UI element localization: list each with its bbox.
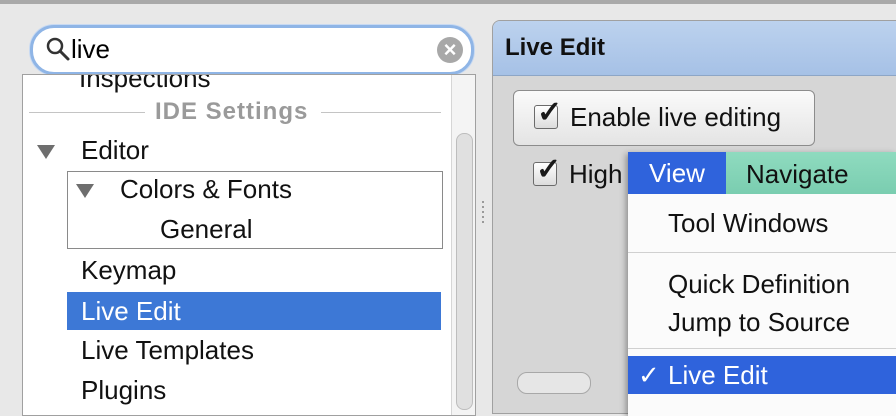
checkmark-icon: ✓ [638,360,660,390]
tree-item-general[interactable]: General [160,212,253,246]
expand-triangle-icon[interactable] [76,184,94,198]
settings-tree[interactable]: Inspections IDE Settings Editor Colors &… [22,74,476,416]
menu-bar: View Navigate [628,152,896,194]
tree-item-editor[interactable]: Editor [81,133,149,167]
tree-group-colors-fonts: Colors & Fonts General [67,171,443,249]
highlight-checkbox[interactable]: ✓ [533,155,561,186]
checkmark-icon: ✓ [536,153,562,186]
checkmark-icon: ✓ [537,96,563,129]
search-icon [46,37,70,61]
tree-scrollbar[interactable] [451,75,475,415]
enable-live-editing-checkbox[interactable]: ✓ [534,98,562,129]
menu-separator [628,348,896,349]
tree-item-live-templates[interactable]: Live Templates [81,333,254,367]
clear-search-icon[interactable]: × [437,37,463,63]
enable-live-editing-option[interactable]: ✓ Enable live editing [513,90,815,146]
menu-item-quick-definition[interactable]: Quick Definition [668,267,850,301]
tree-item-live-edit[interactable]: Live Edit [81,294,181,328]
menu-separator [628,252,896,253]
tree-item-keymap[interactable]: Keymap [81,253,176,287]
tree-item-colors-fonts[interactable]: Colors & Fonts [120,172,292,206]
tree-item-plugins[interactable]: Plugins [81,373,166,407]
splitter-grip-icon[interactable] [480,198,486,232]
menu-item-live-edit[interactable]: ✓ Live Edit [628,356,896,394]
menu-view[interactable]: View [628,152,726,194]
section-divider [29,112,145,113]
horizontal-scrollbar-thumb[interactable] [517,372,591,394]
tree-item-live-edit-selected[interactable]: Live Edit [67,292,441,330]
section-divider [321,112,441,113]
expand-triangle-icon[interactable] [37,145,55,159]
highlight-label: High [569,159,623,189]
search-input[interactable] [71,32,421,66]
menu-item-tool-windows[interactable]: Tool Windows [668,206,828,240]
menu-item-live-edit-label: Live Edit [668,360,768,390]
settings-search-box[interactable]: × [30,25,474,75]
menu-navigate[interactable]: Navigate [746,152,849,194]
view-menu-popup: View Navigate Tool Windows Quick Definit… [628,152,896,416]
window-top-border [0,0,896,4]
panel-header: Live Edit [493,21,896,76]
menu-item-jump-to-source[interactable]: Jump to Source [668,305,850,339]
enable-live-editing-label: Enable live editing [570,102,782,132]
tree-item-inspections[interactable]: Inspections [79,75,211,95]
section-header-ide-settings: IDE Settings [155,98,309,125]
tree-scrollbar-thumb[interactable] [456,133,473,410]
panel-title: Live Edit [505,34,606,61]
